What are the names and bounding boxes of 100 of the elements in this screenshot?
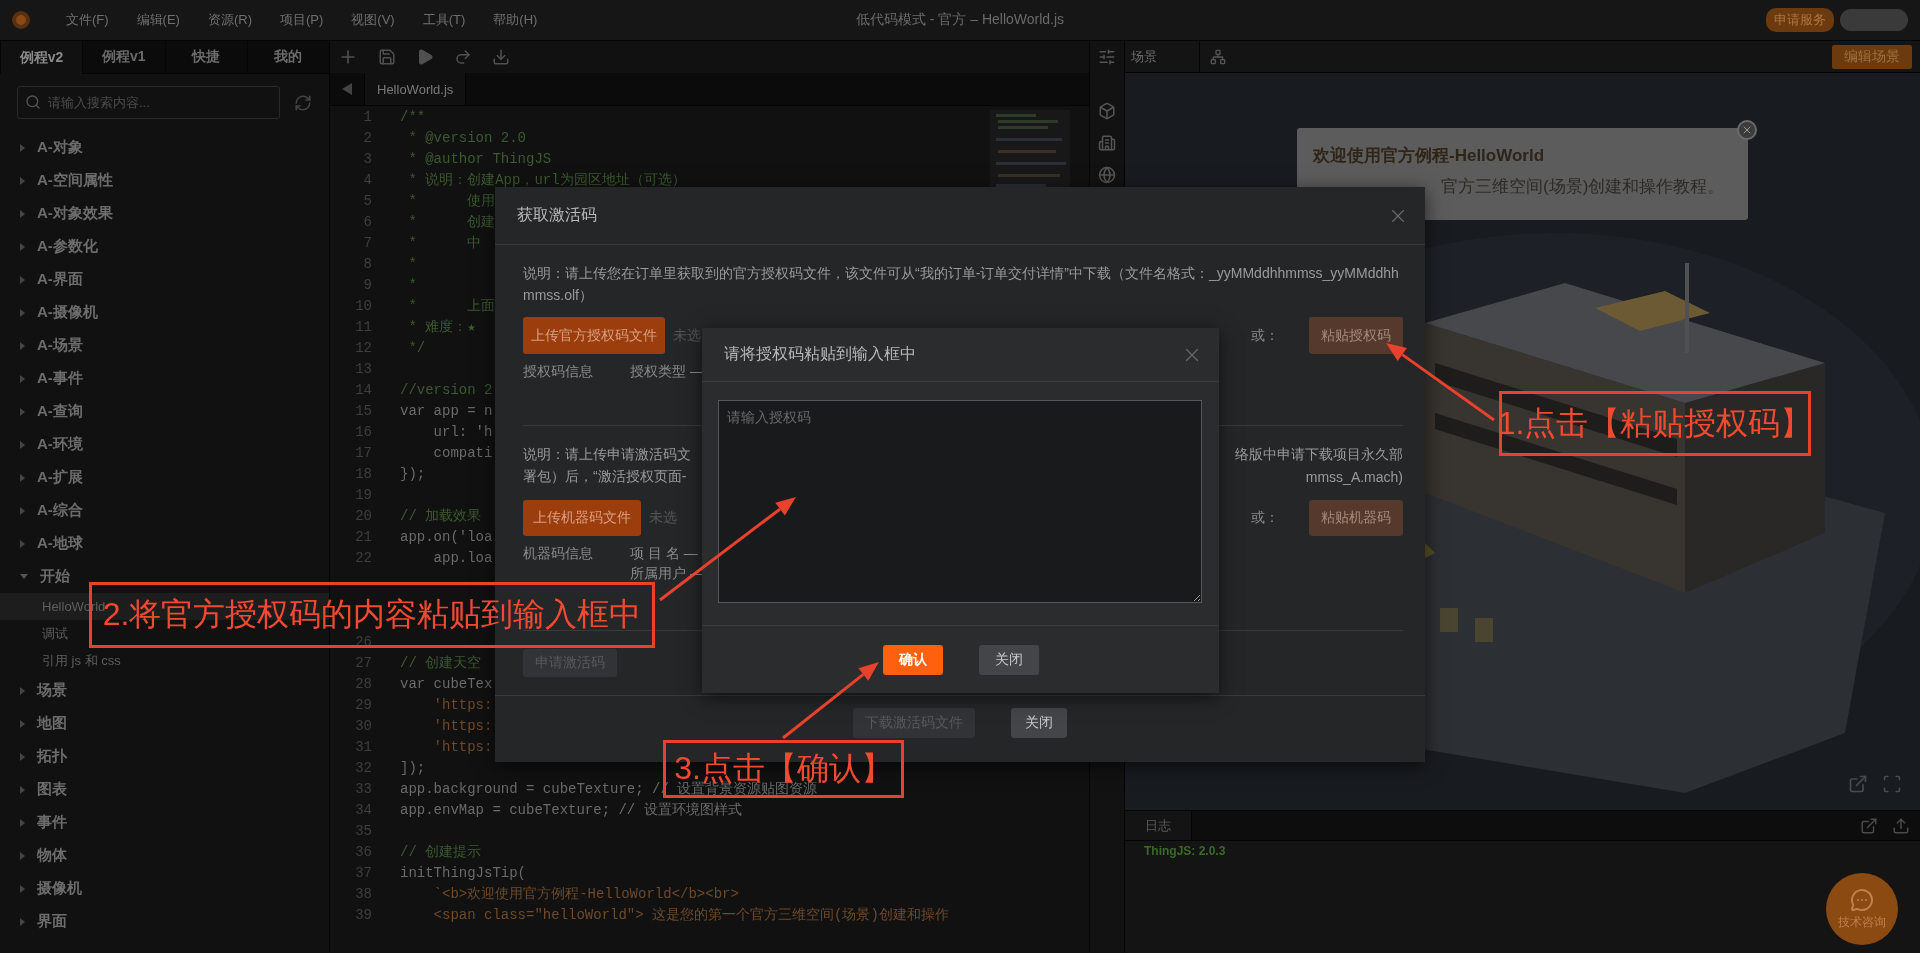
- menu-item[interactable]: 编辑(E): [136, 11, 180, 29]
- sidebar-tab[interactable]: 我的: [246, 41, 329, 74]
- tree-item[interactable]: 摄像机: [37, 879, 82, 898]
- description-text: 络版中申请下载项目永久部: [1235, 446, 1403, 464]
- code-line: /**: [400, 108, 426, 125]
- share-icon[interactable]: [454, 48, 472, 66]
- tree-item[interactable]: 拓扑: [37, 747, 67, 766]
- caret-icon[interactable]: [20, 719, 25, 728]
- caret-icon[interactable]: [20, 341, 25, 350]
- save-icon[interactable]: [378, 48, 396, 66]
- dialog-button[interactable]: 关闭: [978, 645, 1039, 675]
- scene-tab[interactable]: 场景: [1125, 41, 1200, 72]
- code-line: * @version 2.0: [407, 129, 527, 146]
- tree-child-item[interactable]: 引用 js 和 css: [42, 651, 121, 670]
- tree-item[interactable]: 图表: [37, 780, 67, 799]
- caret-icon[interactable]: [20, 785, 25, 794]
- tree-item[interactable]: 地图: [37, 714, 67, 733]
- caret-icon[interactable]: [20, 374, 25, 383]
- code-line: 'https:: [432, 696, 493, 713]
- tree-item[interactable]: A-对象效果: [37, 204, 113, 223]
- sidebar-tab[interactable]: 例程v1: [82, 41, 165, 74]
- tree-child-item[interactable]: 调试: [42, 624, 68, 643]
- external-link-icon[interactable]: [1848, 774, 1868, 794]
- tree-item[interactable]: 事件: [37, 813, 67, 832]
- paste-button[interactable]: 粘贴授权码: [1309, 317, 1403, 354]
- caret-icon[interactable]: [20, 143, 25, 152]
- caret-icon[interactable]: [20, 818, 25, 827]
- dialog-button[interactable]: 确认: [882, 645, 943, 675]
- tree-item[interactable]: A-地球: [37, 534, 83, 553]
- caret-icon[interactable]: [20, 884, 25, 893]
- caret-icon[interactable]: [20, 851, 25, 860]
- globe-icon[interactable]: [1098, 166, 1116, 184]
- tree-item[interactable]: A-事件: [37, 369, 83, 388]
- upload-icon[interactable]: [1892, 816, 1910, 835]
- code-line: // 加载效果: [400, 506, 482, 525]
- external-link-icon[interactable]: [1860, 816, 1878, 835]
- tree-item[interactable]: A-参数化: [37, 237, 98, 256]
- menu-item[interactable]: 项目(P): [280, 11, 324, 29]
- caret-icon[interactable]: [20, 407, 25, 416]
- caret-icon[interactable]: [20, 473, 25, 482]
- download-icon[interactable]: [492, 48, 510, 66]
- cube-icon[interactable]: [1098, 102, 1116, 120]
- code-line: url: 'h: [432, 423, 493, 440]
- tree-item[interactable]: A-空间属性: [37, 171, 113, 190]
- paste-button[interactable]: 粘贴机器码: [1309, 500, 1403, 536]
- caret-icon[interactable]: [20, 574, 28, 579]
- building-icon[interactable]: [1098, 134, 1116, 152]
- caret-icon[interactable]: [20, 209, 25, 218]
- search-icon: [25, 94, 41, 110]
- code-line: // 创建天空: [400, 653, 482, 672]
- service-button[interactable]: 申请服务: [1766, 8, 1834, 32]
- tree-item[interactable]: A-查询: [37, 402, 83, 421]
- tree-item[interactable]: A-场景: [37, 336, 83, 355]
- sidebar-tab[interactable]: 快捷: [164, 41, 247, 74]
- caret-icon[interactable]: [20, 308, 25, 317]
- file-tab[interactable]: HelloWorld.js: [364, 73, 467, 105]
- caret-icon[interactable]: [20, 752, 25, 761]
- license-code-input[interactable]: 请输入授权码: [718, 400, 1202, 603]
- settings-icon[interactable]: [1098, 48, 1116, 66]
- caret-icon[interactable]: [20, 506, 25, 515]
- caret-icon[interactable]: [20, 242, 25, 251]
- tree-item[interactable]: A-综合: [37, 501, 83, 520]
- tree-item[interactable]: 开始: [40, 567, 70, 586]
- caret-icon[interactable]: [20, 686, 25, 695]
- menu-item[interactable]: 文件(F): [66, 11, 109, 29]
- menu-item[interactable]: 资源(R): [207, 11, 252, 29]
- code-line: var cubeTex: [400, 675, 493, 692]
- avatar[interactable]: [1840, 9, 1908, 31]
- dialog-button[interactable]: 关闭: [1011, 708, 1067, 738]
- caret-icon[interactable]: [20, 275, 25, 284]
- fullscreen-icon[interactable]: [1882, 774, 1902, 794]
- tree-item[interactable]: A-摄像机: [37, 303, 98, 322]
- tree-item[interactable]: 场景: [37, 681, 67, 700]
- caret-icon[interactable]: [20, 440, 25, 449]
- tree-item[interactable]: A-界面: [37, 270, 83, 289]
- caret-icon[interactable]: [20, 539, 25, 548]
- or-label: 或：: [1251, 509, 1279, 527]
- upload-button[interactable]: 上传官方授权码文件: [523, 317, 665, 354]
- back-arrow-icon[interactable]: [342, 83, 352, 95]
- play-icon[interactable]: [416, 48, 434, 66]
- code-line: * 中: [407, 233, 482, 252]
- caret-icon[interactable]: [20, 917, 25, 926]
- caret-icon[interactable]: [20, 176, 25, 185]
- info-label: 授权码信息: [523, 363, 594, 381]
- tree-item[interactable]: 物体: [37, 846, 67, 865]
- upload-button[interactable]: 上传机器码文件: [523, 500, 641, 536]
- log-line: ThingJS: 2.0.3: [1143, 843, 1227, 858]
- code-line: app.loa: [432, 549, 493, 566]
- tree-item[interactable]: A-对象: [37, 138, 83, 157]
- tree-item[interactable]: A-扩展: [37, 468, 83, 487]
- code-line: });: [400, 465, 426, 482]
- log-tab[interactable]: 日志: [1125, 811, 1192, 840]
- tree-item[interactable]: 界面: [37, 912, 67, 931]
- dialog-title: 请将授权码粘贴到输入框中: [724, 344, 916, 364]
- tree-item[interactable]: A-环境: [37, 435, 83, 454]
- menu-item[interactable]: 视图(V): [351, 11, 395, 29]
- hierarchy-icon[interactable]: [1210, 48, 1226, 65]
- menu-item[interactable]: 帮助(H): [493, 11, 538, 29]
- menu-item[interactable]: 工具(T): [422, 11, 466, 29]
- refresh-icon[interactable]: [294, 93, 312, 112]
